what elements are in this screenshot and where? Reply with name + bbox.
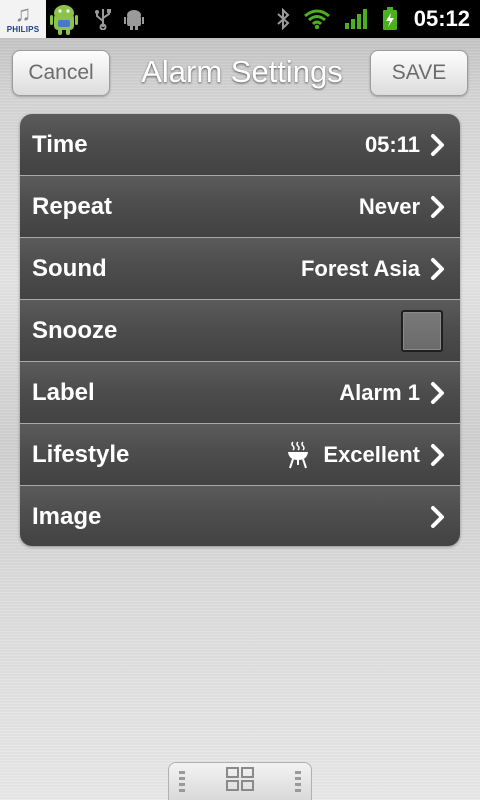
setting-row-snooze: Snooze: [20, 300, 460, 362]
save-button[interactable]: SAVE: [370, 50, 468, 96]
status-bar: ♫ PHILIPS 05:12: [0, 0, 480, 38]
chevron-right-icon: [430, 504, 448, 530]
setting-row-sound[interactable]: Sound Forest Asia: [20, 238, 460, 300]
wifi-icon: [303, 8, 330, 30]
chevron-right-icon: [430, 442, 448, 468]
grip-dots-right: [295, 771, 301, 792]
chevron-right-icon: [430, 380, 448, 406]
setting-value: Forest Asia: [300, 255, 420, 281]
chevron-right-icon: [430, 256, 448, 282]
setting-row-lifestyle[interactable]: Lifestyle Excellent: [20, 424, 460, 486]
setting-label: Label: [32, 378, 95, 406]
setting-row-image[interactable]: Image: [20, 486, 460, 546]
status-clock: 05:12: [413, 6, 470, 31]
setting-label: Image: [32, 503, 102, 530]
snooze-checkbox[interactable]: [401, 309, 443, 352]
grip-dots-left: [179, 771, 185, 792]
setting-label: Time: [32, 130, 88, 158]
title-bar: Cancel Alarm Settings SAVE: [0, 46, 480, 98]
bluetooth-icon: [276, 8, 290, 30]
setting-value: Excellent: [323, 441, 420, 467]
setting-row-label[interactable]: Label Alarm 1: [20, 362, 460, 424]
signal-icon: [344, 8, 368, 30]
philips-label: PHILIPS: [6, 25, 40, 34]
app-grid-icon: [225, 766, 255, 797]
setting-value: 05:11: [364, 131, 420, 157]
bbq-grill-icon: [287, 440, 309, 469]
setting-row-repeat[interactable]: Repeat Never: [20, 176, 460, 238]
philips-music-icon[interactable]: ♫ PHILIPS: [0, 0, 46, 38]
page-title: Alarm Settings: [141, 54, 343, 89]
setting-label: Repeat: [32, 192, 113, 220]
setting-label: Lifestyle: [32, 440, 130, 468]
chevron-right-icon: [430, 132, 448, 158]
setting-label: Sound: [32, 254, 107, 282]
setting-value: Never: [358, 193, 420, 219]
cancel-button[interactable]: Cancel: [12, 50, 110, 96]
alarm-settings-list: Time 05:11 Repeat Never Sound Forest Asi…: [20, 114, 460, 546]
usb-icon: [94, 8, 112, 30]
setting-value: Alarm 1: [339, 379, 420, 405]
setting-row-time[interactable]: Time 05:11: [20, 114, 460, 176]
chevron-right-icon: [430, 194, 448, 220]
android-debug-icon: [124, 8, 144, 30]
android-app-icon[interactable]: [46, 0, 82, 38]
battery-charging-icon: [382, 7, 398, 31]
setting-label: Snooze: [32, 316, 118, 344]
app-drawer-handle[interactable]: [168, 762, 312, 800]
